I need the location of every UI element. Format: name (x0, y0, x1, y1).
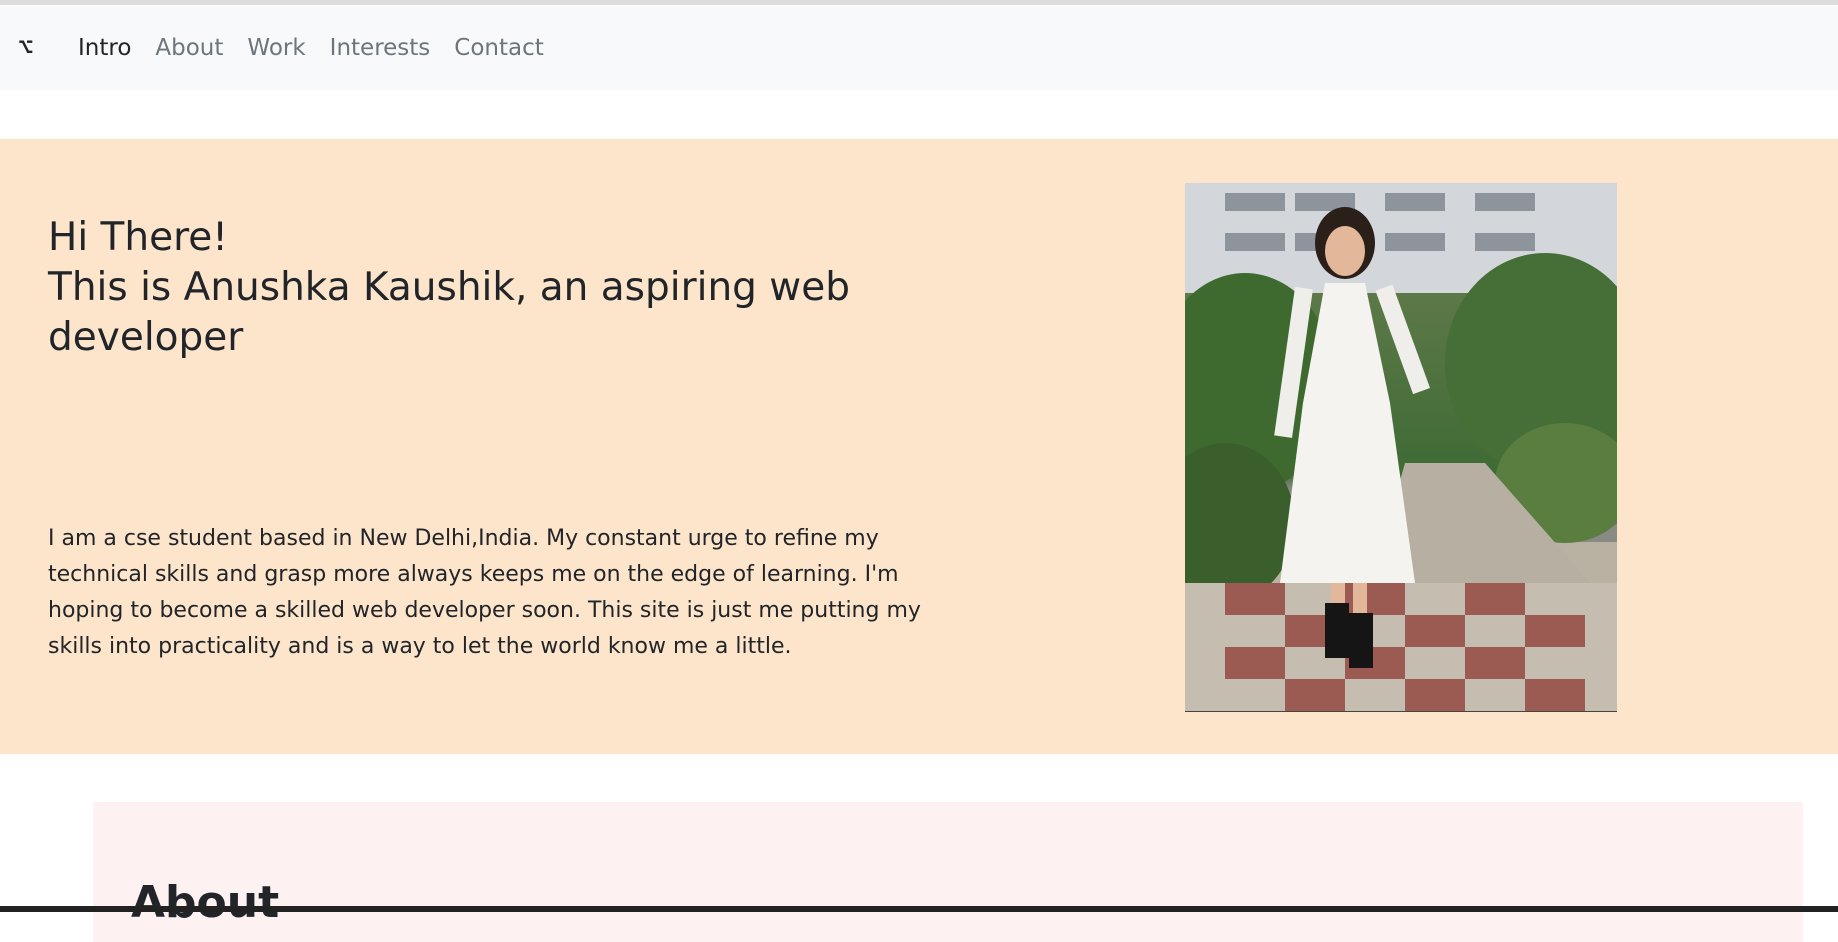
nav-link-contact[interactable]: Contact (454, 35, 543, 61)
nav-link-about[interactable]: About (155, 35, 223, 61)
intro-description: I am a cse student based in New Delhi,In… (48, 526, 921, 659)
intro-heading: Hi There! This is Anushka Kaushik, an as… (48, 213, 868, 363)
intro-section: Hi There! This is Anushka Kaushik, an as… (0, 139, 1838, 754)
profile-photo-illustration (1185, 183, 1617, 711)
brand-logo-icon[interactable]: ⌥ (18, 35, 58, 61)
nav-links: Intro About Work Interests Contact (78, 35, 568, 61)
window-top-border (0, 0, 1838, 5)
nav-link-interests[interactable]: Interests (330, 35, 431, 61)
nav-link-intro[interactable]: Intro (78, 35, 131, 61)
intro-title: This is Anushka Kaushik, an aspiring web… (48, 265, 850, 360)
profile-photo (1185, 183, 1617, 712)
nav-link-work[interactable]: Work (247, 35, 305, 61)
about-section: About (93, 802, 1803, 942)
about-heading: About (131, 877, 280, 928)
bottom-border (0, 906, 1838, 912)
navbar: ⌥ Intro About Work Interests Contact (0, 6, 1838, 90)
intro-greeting: Hi There! (48, 215, 228, 260)
